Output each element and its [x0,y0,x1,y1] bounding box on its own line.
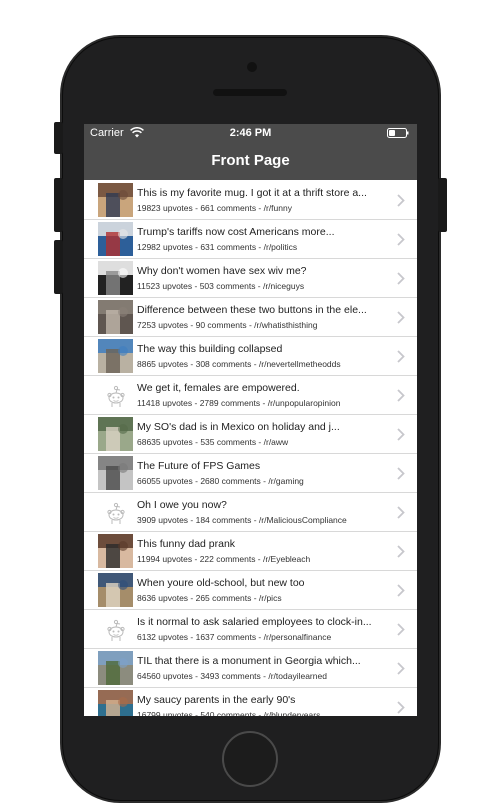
thumbnail-image [98,534,133,568]
status-bar: Carrier 2:46 PM [84,124,417,142]
post-title: This is my favorite mug. I got it at a t… [137,187,367,199]
post-meta: 11418 upvotes - 2789 comments - /r/unpop… [137,398,341,408]
post-meta: 19823 upvotes - 661 comments - /r/funny [137,203,292,213]
post-meta: 16799 upvotes - 540 comments - /r/blunde… [137,710,321,716]
thumbnail-image [98,651,133,685]
thumbnail-image [98,261,133,295]
navigation-bar: Front Page [84,142,417,180]
chevron-right-icon [397,701,405,714]
page-title: Front Page [211,152,290,169]
list-item[interactable]: My saucy parents in the early 90's 16799 … [84,688,417,716]
chevron-right-icon [397,194,405,207]
volume-up-button [54,178,63,232]
post-meta: 12982 upvotes - 631 comments - /r/politi… [137,242,298,252]
thumbnail-image [98,573,133,607]
list-item[interactable]: Why don't women have sex wiv me? 11523 up… [84,259,417,298]
list-item[interactable]: This is my favorite mug. I got it at a t… [84,181,417,220]
post-meta: 11523 upvotes - 503 comments - /r/nicegu… [137,281,305,291]
post-thumbnail [98,261,133,295]
list-item[interactable]: Oh I owe you now? 3909 upvotes - 184 comm… [84,493,417,532]
list-item[interactable]: My SO's dad is in Mexico on holiday and … [84,415,417,454]
thumbnail-image [98,183,133,217]
post-title: My saucy parents in the early 90's [137,694,296,706]
post-meta: 8865 upvotes - 308 comments - /r/neverte… [137,359,341,369]
chevron-right-icon [397,389,405,402]
list-item[interactable]: TIL that there is a monument in Georgia … [84,649,417,688]
thumbnail-image [98,300,133,334]
reddit-alien-icon [107,619,125,641]
chevron-right-icon [397,506,405,519]
post-meta: 64560 upvotes - 3493 comments - /r/today… [137,671,327,681]
post-meta: 8636 upvotes - 265 comments - /r/pics [137,593,282,603]
chevron-right-icon [397,428,405,441]
post-title: Why don't women have sex wiv me? [137,265,307,277]
thumbnail-image [98,456,133,490]
post-thumbnail [98,417,133,451]
list-item[interactable]: We get it, females are empowered. 11418 u… [84,376,417,415]
chevron-right-icon [397,623,405,636]
post-title: Trump's tariffs now cost Americans more.… [137,226,335,238]
post-thumbnail [98,300,133,334]
list-item[interactable]: The Future of FPS Games 66055 upvotes - 2… [84,454,417,493]
chevron-right-icon [397,311,405,324]
reddit-alien-icon [107,385,125,407]
reddit-alien-thumbnail [98,378,133,412]
post-title: We get it, females are empowered. [137,382,300,394]
post-thumbnail [98,183,133,217]
post-title: The Future of FPS Games [137,460,261,472]
post-title: Difference between these two buttons in … [137,304,367,316]
thumbnail-image [98,690,133,716]
chevron-right-icon [397,233,405,246]
chevron-right-icon [397,545,405,558]
home-button[interactable] [222,731,278,787]
post-thumbnail [98,651,133,685]
post-title: The way this building collapsed [137,343,283,355]
chevron-right-icon [397,662,405,675]
app-screen: Carrier 2:46 PM Front Page This is my fa… [84,124,417,716]
reddit-alien-thumbnail [98,612,133,646]
battery-icon [387,128,409,138]
post-meta: 66055 upvotes - 2680 comments - /r/gamin… [137,476,304,486]
post-meta: 6132 upvotes - 1637 comments - /r/person… [137,632,332,642]
post-meta: 7253 upvotes - 90 comments - /r/whatisth… [137,320,318,330]
earpiece-speaker [213,89,287,96]
post-meta: 68635 upvotes - 535 comments - /r/aww [137,437,289,447]
status-time: 2:46 PM [229,127,272,139]
mute-switch [54,122,63,154]
post-thumbnail [98,222,133,256]
list-item[interactable]: Trump's tariffs now cost Americans more.… [84,220,417,259]
chevron-right-icon [397,272,405,285]
power-button [438,178,447,232]
post-title: Is it normal to ask salaried employees t… [137,616,372,628]
list-item[interactable]: Is it normal to ask salaried employees t… [84,610,417,649]
post-title: TIL that there is a monument in Georgia … [137,655,361,667]
post-meta: 11994 upvotes - 222 comments - /r/Eyeble… [137,554,311,564]
chevron-right-icon [397,584,405,597]
list-item[interactable]: When youre old-school, but new too 8636 u… [84,571,417,610]
reddit-alien-icon [107,502,125,524]
post-thumbnail [98,456,133,490]
thumbnail-image [98,339,133,373]
post-thumbnail [98,339,133,373]
chevron-right-icon [397,467,405,480]
post-thumbnail [98,690,133,716]
post-thumbnail [98,534,133,568]
post-list: This is my favorite mug. I got it at a t… [84,181,417,716]
list-item[interactable]: Difference between these two buttons in … [84,298,417,337]
post-thumbnail [98,573,133,607]
chevron-right-icon [397,350,405,363]
reddit-alien-thumbnail [98,495,133,529]
list-item[interactable]: The way this building collapsed 8865 upvo… [84,337,417,376]
thumbnail-image [98,222,133,256]
post-title: When youre old-school, but new too [137,577,305,589]
front-camera [247,62,257,72]
post-title: My SO's dad is in Mexico on holiday and … [137,421,340,433]
post-title: This funny dad prank [137,538,236,550]
volume-down-button [54,240,63,294]
list-item[interactable]: This funny dad prank 11994 upvotes - 222 … [84,532,417,571]
thumbnail-image [98,417,133,451]
post-title: Oh I owe you now? [137,499,227,511]
post-meta: 3909 upvotes - 184 comments - /r/Malicio… [137,515,347,525]
